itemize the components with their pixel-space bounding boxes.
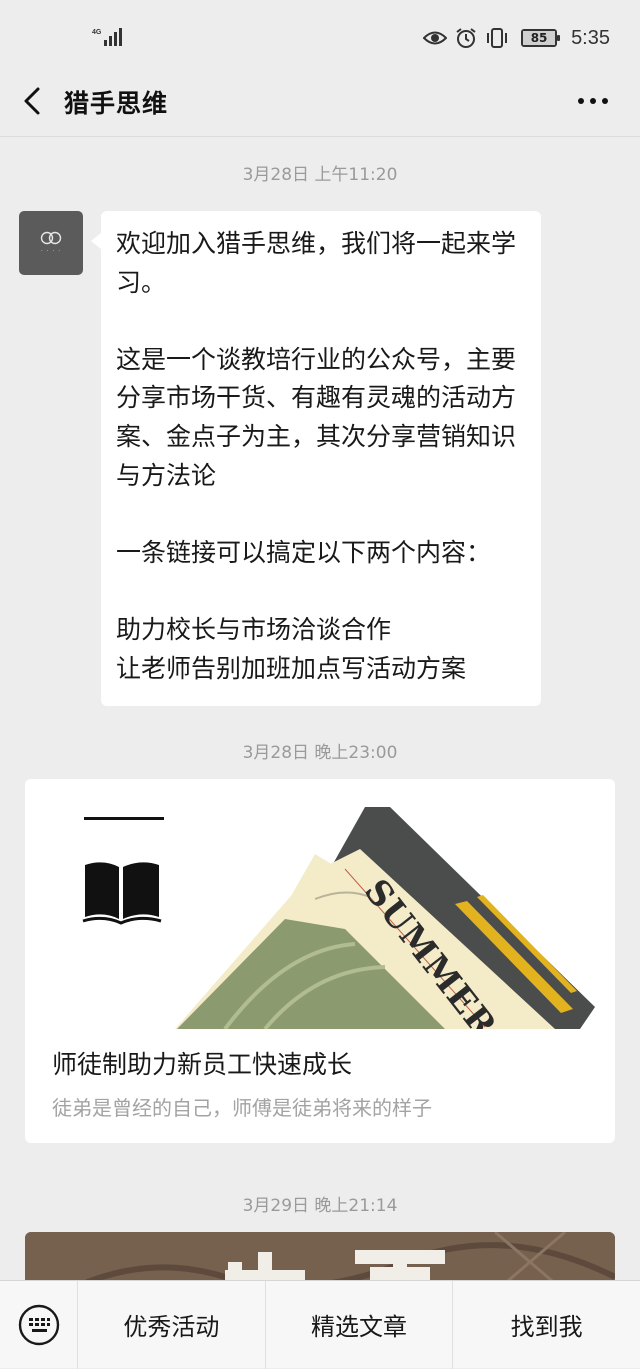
article-digest: 徒弟是曾经的自己，师傅是徒弟将来的样子	[52, 1096, 432, 1120]
menu-item-articles[interactable]: 精选文章	[264, 1280, 453, 1369]
alarm-icon	[456, 28, 476, 48]
bottom-menu: 优秀活动 精选文章 找到我	[0, 1280, 640, 1369]
nav-bar: 猎手思维	[0, 70, 640, 137]
brand-logo-icon	[40, 231, 62, 245]
svg-text:4G: 4G	[92, 29, 102, 36]
status-icons: 85 5:35	[423, 24, 610, 52]
keyboard-icon	[18, 1304, 59, 1345]
back-icon[interactable]	[20, 84, 48, 118]
signal-icon: 4G	[92, 28, 122, 46]
message-timestamp: 3月29日 晚上21:14	[242, 1196, 398, 1216]
message-text: 欢迎加入猎手思维，我们将一起来学习。 这是一个谈教培行业的公众号，主要分享市场干…	[116, 229, 517, 683]
article-cover-image: SUMMER	[25, 779, 615, 1029]
battery-icon: 85	[521, 29, 561, 47]
status-bar: 4G 85 5:35	[0, 0, 640, 70]
battery-level: 85	[523, 31, 556, 45]
message-timestamp: 3月28日 晚上23:00	[242, 743, 398, 763]
article-title: 师徒制助力新员工快速成长	[52, 1050, 353, 1079]
avatar[interactable]: · · · ·	[19, 211, 83, 275]
eye-icon	[423, 31, 448, 45]
text-message-bubble[interactable]: 欢迎加入猎手思维，我们将一起来学习。 这是一个谈教培行业的公众号，主要分享市场干…	[91, 211, 541, 706]
more-icon[interactable]	[576, 84, 610, 118]
avatar-logo-text: · · · ·	[40, 248, 62, 255]
vibrate-icon	[487, 28, 508, 48]
status-time: 5:35	[571, 26, 610, 49]
message-timestamp: 3月28日 上午11:20	[242, 165, 398, 185]
page-title: 猎手思维	[64, 89, 169, 118]
menu-item-activities[interactable]: 优秀活动	[78, 1281, 265, 1369]
keyboard-toggle-button[interactable]	[0, 1280, 78, 1369]
menu-item-find-me[interactable]: 找到我	[452, 1280, 640, 1369]
article-card[interactable]: SUMMER 师徒制助力新员工快速成长 徒弟是曾经的自己，师傅是徒弟将来的样子	[25, 779, 615, 1143]
